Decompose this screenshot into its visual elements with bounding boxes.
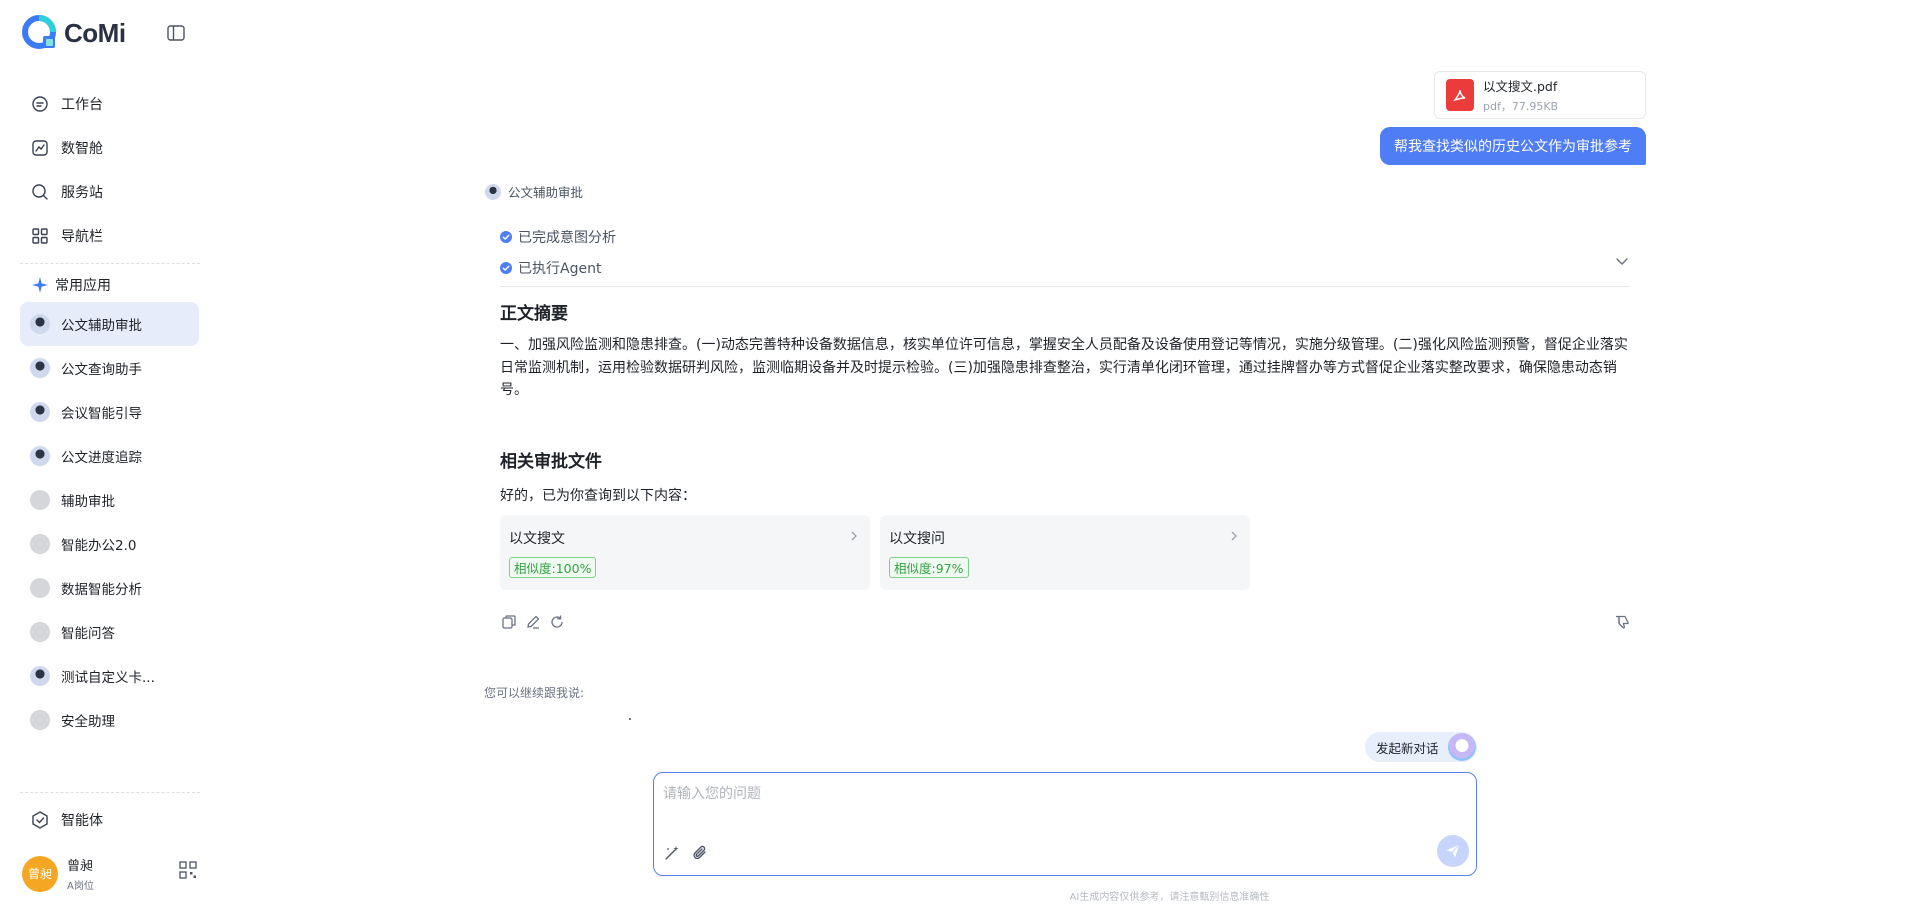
sparkle-icon — [32, 277, 48, 293]
pdf-icon — [1446, 79, 1474, 111]
bot-avatar — [485, 183, 501, 200]
attachment-meta: pdf，77.95KB — [1483, 100, 1559, 113]
related-file-title: 以文搜文 — [509, 531, 565, 547]
assistant-avatar — [1448, 733, 1476, 761]
step-item: 已完成意图分析 — [500, 221, 1630, 252]
send-button[interactable] — [1437, 835, 1469, 867]
sidebar-toggle-icon[interactable] — [166, 23, 186, 43]
app-avatar — [30, 710, 50, 730]
related-heading: 相关审批文件 — [500, 452, 602, 472]
agent-icon — [32, 811, 48, 829]
chevron-down-icon[interactable] — [1614, 253, 1630, 269]
steps-divider — [500, 286, 1630, 287]
app-avatar — [30, 358, 50, 378]
attachment-name: 以文搜文.pdf — [1483, 79, 1558, 94]
sidebar-divider — [20, 263, 200, 264]
app-item-assist-approval[interactable]: 辅助审批 — [20, 478, 199, 522]
workbench-icon — [30, 94, 50, 114]
common-apps-list: 公文辅助审批 公文查询助手 会议智能引导 公文进度追踪 辅助审批 智能办公2.0… — [20, 302, 199, 742]
related-file-title: 以文搜问 — [889, 531, 945, 547]
refresh-icon[interactable] — [549, 614, 565, 630]
nav-item-data-cabin[interactable]: 数智舱 — [20, 126, 200, 170]
chart-icon — [30, 138, 50, 158]
app-avatar — [30, 402, 50, 422]
nav-label: 服务站 — [61, 185, 103, 201]
app-avatar — [30, 446, 50, 466]
main-nav: 工作台 数智舱 服务站 导航栏 — [20, 82, 200, 258]
app-item-security-assistant[interactable]: 安全助理 — [20, 698, 199, 742]
app-item-doc-progress[interactable]: 公文进度追踪 — [20, 434, 199, 478]
follow-up-hint: 您可以继续跟我说: — [484, 686, 585, 700]
app-item-smart-qa[interactable]: 智能问答 — [20, 610, 199, 654]
summary-heading: 正文摘要 — [500, 304, 568, 324]
edit-icon[interactable] — [525, 614, 541, 630]
brand-logo[interactable]: CoMi — [22, 14, 126, 52]
chat-input-box — [653, 772, 1477, 876]
sidebar-divider — [20, 792, 200, 793]
similarity-badge: 相似度:97% — [889, 557, 969, 578]
app-item-doc-query[interactable]: 公文查询助手 — [20, 346, 199, 390]
app-avatar — [30, 622, 50, 642]
check-circle-icon — [500, 261, 512, 274]
thumbs-down-icon[interactable] — [1614, 614, 1630, 630]
qr-code-icon[interactable] — [179, 861, 197, 879]
app-item-data-analysis[interactable]: 数据智能分析 — [20, 566, 199, 610]
chat-input[interactable] — [663, 779, 1463, 809]
avatar: 曾昶 — [22, 855, 58, 892]
user-message-bubble: 帮我查找类似的历史公文作为审批参考 — [1380, 127, 1646, 165]
nav-label: 导航栏 — [61, 229, 103, 245]
magic-wand-icon[interactable] — [663, 844, 681, 862]
bot-name: 公文辅助审批 — [508, 185, 584, 200]
app-item-custom-card-test[interactable]: 测试自定义卡... — [20, 654, 199, 698]
similarity-badge: 相似度:100% — [509, 557, 597, 578]
nav-item-agents[interactable]: 智能体 — [30, 810, 103, 830]
app-avatar — [30, 578, 50, 598]
related-file-card[interactable]: 以文搜文 相似度:100% — [500, 515, 870, 590]
ai-disclaimer: AI生成内容仅供参考，请注意甄别信息准确性 — [1069, 892, 1270, 903]
app-avatar — [30, 666, 50, 686]
paperclip-icon[interactable] — [691, 844, 709, 862]
app-item-doc-approval[interactable]: 公文辅助审批 — [20, 302, 199, 346]
message-actions — [501, 614, 565, 630]
logo-icon — [22, 15, 56, 49]
bot-header: 公文辅助审批 — [485, 182, 583, 201]
step-item: 已执行Agent — [500, 252, 1630, 283]
nav-item-navigation[interactable]: 导航栏 — [20, 214, 200, 258]
app-avatar — [30, 490, 50, 510]
copy-icon[interactable] — [501, 614, 517, 630]
process-steps: 已完成意图分析 已执行Agent — [500, 221, 1630, 283]
chevron-right-icon — [1231, 531, 1237, 541]
common-apps-title: 常用应用 — [32, 275, 111, 295]
app-item-meeting-guide[interactable]: 会议智能引导 — [20, 390, 199, 434]
nav-label: 数智舱 — [61, 141, 103, 157]
suggestion-placeholder — [629, 718, 631, 720]
attachment-card[interactable]: 以文搜文.pdf pdf，77.95KB — [1434, 71, 1646, 119]
app-avatar — [30, 314, 50, 334]
app-avatar — [30, 534, 50, 554]
search-icon — [30, 182, 50, 202]
brand-name: CoMi — [64, 17, 126, 48]
new-chat-button[interactable]: 发起新对话 — [1365, 732, 1477, 762]
chevron-right-icon — [851, 531, 857, 541]
check-circle-icon — [500, 230, 512, 243]
user-name: 曾昶 — [67, 859, 94, 874]
nav-item-service-station[interactable]: 服务站 — [20, 170, 200, 214]
app-item-smart-office[interactable]: 智能办公2.0 — [20, 522, 199, 566]
related-intro: 好的，已为你查询到以下内容： — [500, 488, 696, 504]
nav-item-workbench[interactable]: 工作台 — [20, 82, 200, 126]
user-profile[interactable]: 曾昶 曾昶 A岗位 — [22, 855, 94, 892]
send-icon — [1446, 844, 1460, 858]
sidebar: CoMi 工作台 数智舱 服务站 导航栏 常用应用 公文辅助审批 公文查询助手 … — [0, 0, 200, 912]
summary-text: 一、加强风险监测和隐患排查。(一)动态完善特种设备数据信息，核实单位许可信息，掌… — [500, 337, 1628, 398]
related-file-card[interactable]: 以文搜问 相似度:97% — [880, 515, 1250, 590]
nav-label: 工作台 — [61, 97, 103, 113]
grid-icon — [30, 226, 50, 246]
